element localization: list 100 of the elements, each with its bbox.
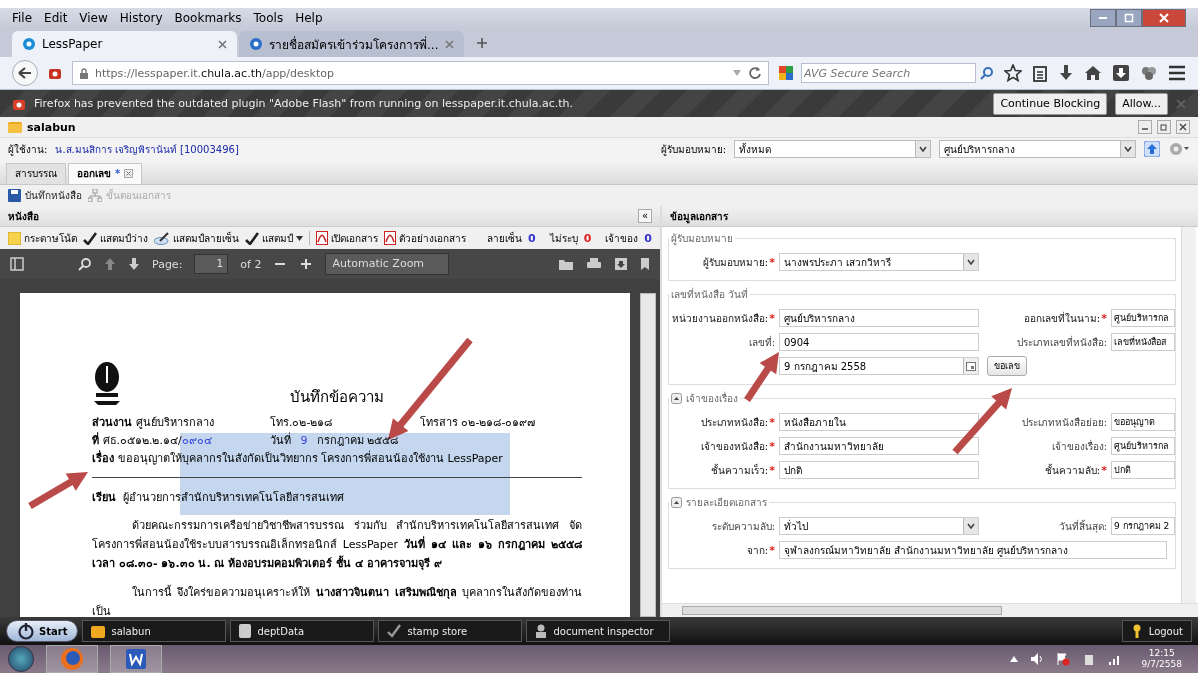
close-icon — [1179, 123, 1187, 132]
taskbar-item[interactable]: salabun — [82, 620, 227, 643]
minimize-button[interactable] — [1138, 120, 1152, 135]
scrollbar[interactable] — [640, 293, 656, 618]
page-label: Page: — [152, 257, 183, 271]
toolbar-button[interactable]: บันทึกหนังสือ — [8, 188, 82, 203]
home-icon[interactable] — [1084, 64, 1102, 83]
app-tab[interactable]: ออกเลข * — [68, 162, 143, 184]
minimize-button[interactable] — [1090, 8, 1116, 27]
dropdown-icon[interactable] — [967, 259, 975, 266]
clipboard-icon[interactable] — [1032, 64, 1048, 83]
input-field[interactable]: ขออนุญาต — [1111, 413, 1175, 432]
input-field[interactable]: ปกติ — [779, 461, 979, 480]
taskbar-item[interactable]: stamp store — [378, 620, 523, 643]
tool-button[interactable]: แสตมป์ว่าง — [83, 230, 148, 246]
calendar-icon[interactable] — [966, 361, 976, 371]
input-field[interactable]: ศูนย์บริหารกล — [1111, 437, 1175, 456]
word-processor-button[interactable] — [110, 645, 162, 673]
assignee-filter-select[interactable]: ทั้งหมด — [734, 140, 931, 159]
select-field[interactable]: ทั่วไป — [779, 517, 979, 536]
close-icon[interactable] — [218, 39, 227, 49]
star-icon[interactable] — [1004, 64, 1022, 83]
start-orb-icon[interactable] — [8, 646, 34, 672]
input-field[interactable]: จุฬาลงกรณ์มหาวิทยาลัย สำนักงานมหาวิทยาลัย ศูนย์บริหารกลาง — [779, 541, 1167, 560]
sidebar-toggle-icon[interactable] — [10, 257, 24, 272]
input-field[interactable]: ศูนย์บริหารกล — [1111, 309, 1175, 328]
bookmark-icon[interactable] — [640, 257, 650, 272]
tool-button[interactable]: แสตมป์ลายเซ็น — [154, 230, 239, 246]
recipient-text: ผู้อำนวยการสำนักบริหารเทคโนโลยีสารสนเทศ — [123, 490, 344, 507]
folder-icon — [8, 120, 22, 135]
tool-button[interactable]: กระดาษโน้ต — [8, 230, 77, 246]
logout-button[interactable]: Logout — [1121, 620, 1192, 643]
input-field[interactable]: 9 กรกฎาคม 2 — [1111, 517, 1175, 536]
notification-button[interactable]: Continue Blocking — [993, 92, 1108, 115]
new-tab-icon[interactable] — [476, 37, 488, 50]
reload-icon[interactable] — [748, 66, 762, 81]
input-field[interactable]: ปกติ — [1111, 461, 1175, 480]
down-arrow-icon[interactable] — [128, 257, 140, 272]
collapse-icon[interactable] — [671, 497, 682, 509]
unit-filter-select[interactable]: ศูนย์บริหารกลาง — [939, 140, 1136, 159]
upload-icon[interactable] — [1144, 141, 1160, 158]
page-number-field[interactable]: 1 — [194, 254, 229, 275]
close-button[interactable] — [1142, 8, 1186, 27]
date-field[interactable]: 9 กรกฎาคม 2558 — [779, 357, 979, 376]
back-button[interactable] — [12, 60, 38, 87]
browser-tab[interactable]: รายชื่อสมัครเข้าร่วมโครงการพี่... — [239, 31, 464, 58]
speaker-icon[interactable] — [1029, 652, 1044, 666]
notification-button[interactable]: Allow... — [1115, 92, 1168, 115]
search-icon[interactable] — [78, 257, 92, 272]
restore-button[interactable] — [1116, 8, 1142, 27]
extension-icon[interactable] — [1140, 64, 1158, 83]
dropdown-icon[interactable] — [967, 523, 975, 530]
field-label: เรื่อง — [92, 449, 114, 468]
input-field[interactable]: 0904 — [779, 333, 979, 352]
collapse-button[interactable]: « — [638, 209, 652, 224]
zoom-select[interactable]: Automatic Zoom — [325, 253, 450, 276]
select-field[interactable]: นางพรประภา เสวกวิหารี — [779, 253, 979, 272]
menu-item[interactable]: Tools — [253, 10, 284, 25]
search-icon[interactable] — [980, 66, 994, 81]
input-field[interactable]: หนังสือภายใน — [779, 413, 979, 432]
menu-icon[interactable] — [1168, 65, 1186, 82]
request-number-button[interactable]: ขอเลข — [987, 356, 1027, 377]
emblem-drawing — [92, 361, 122, 406]
tool-button[interactable]: เปิดเอกสาร — [316, 230, 378, 246]
address-bar[interactable]: https://lesspaper.it.chula.ac.th/app/desktop — [72, 61, 769, 86]
open-file-icon[interactable] — [558, 257, 574, 272]
note-icon — [8, 231, 21, 245]
menu-item[interactable]: Edit — [44, 10, 68, 25]
tray-expand-icon[interactable] — [1009, 656, 1018, 662]
menu-item[interactable]: History — [119, 10, 163, 25]
start-button[interactable]: Start — [6, 620, 79, 643]
dropdown-icon[interactable] — [919, 146, 927, 153]
close-button[interactable] — [1176, 120, 1190, 135]
download-icon[interactable] — [614, 257, 628, 272]
app-tab[interactable]: สารบรรณ — [6, 162, 66, 184]
collapse-icon[interactable] — [671, 393, 682, 405]
taskbar-item[interactable]: document inspector — [526, 620, 671, 643]
settings-icon[interactable] — [1168, 141, 1190, 158]
menu-item[interactable]: File — [12, 10, 33, 25]
flag-icon[interactable] — [1055, 652, 1070, 666]
browser-button[interactable] — [46, 645, 98, 673]
tool-button[interactable]: ตัวอย่างเอกสาร — [384, 230, 466, 246]
save-page-icon[interactable] — [1112, 64, 1130, 83]
dropdown-icon[interactable] — [1124, 146, 1132, 153]
browser-tab[interactable]: LessPaper — [12, 31, 237, 58]
menu-item[interactable]: Help — [295, 10, 323, 25]
close-icon[interactable] — [124, 169, 134, 179]
tool-button[interactable]: แสตมป์ — [245, 230, 303, 246]
menu-item[interactable]: View — [79, 10, 108, 25]
plugin-icon[interactable] — [48, 66, 62, 81]
menu-item[interactable]: Bookmarks — [174, 10, 242, 25]
search-field[interactable]: AVG Secure Search — [801, 63, 976, 84]
input-field[interactable]: เลขที่หนังสือส — [1111, 333, 1175, 352]
up-arrow-icon[interactable] — [104, 257, 116, 272]
input-field[interactable]: ศูนย์บริหารกลาง — [779, 309, 979, 328]
input-field[interactable]: สำนักงานมหาวิทยาลัย — [779, 437, 979, 456]
scrollbar[interactable] — [1181, 227, 1196, 604]
taskbar-item[interactable]: deptData — [230, 620, 375, 643]
zoom-in-icon[interactable] — [299, 257, 314, 272]
scrollbar[interactable] — [662, 603, 1198, 618]
